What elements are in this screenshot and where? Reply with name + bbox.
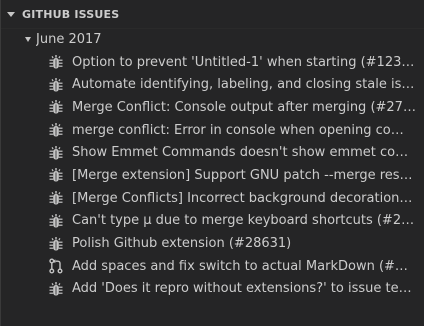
pull-request-icon [48, 258, 64, 274]
bug-icon [48, 54, 64, 70]
group-june-2017[interactable]: June 2017 [1, 28, 424, 51]
bug-icon [48, 213, 64, 229]
issue-label: Polish Github extension (#28631) [72, 236, 292, 252]
issue-label: merge conflict: Error in console when op… [72, 122, 424, 138]
issue-item[interactable]: Option to prevent 'Untitled-1' when star… [1, 51, 424, 74]
bug-icon [48, 122, 64, 138]
issue-label: Merge Conflict: Console output after mer… [72, 99, 424, 115]
issue-item[interactable]: Polish Github extension (#28631) [1, 232, 424, 255]
github-issues-panel: GITHUB ISSUES June 2017 Option to preven… [0, 0, 424, 326]
bug-icon [48, 145, 64, 161]
bug-icon [48, 99, 64, 115]
issue-label: Show Emmet Commands doesn't show emmet c… [72, 145, 424, 161]
bug-icon [48, 190, 64, 206]
issue-item[interactable]: [Merge extension] Support GNU patch --me… [1, 164, 424, 187]
issue-label: Automate identifying, labeling, and clos… [72, 77, 424, 93]
issue-item[interactable]: merge conflict: Error in console when op… [1, 119, 424, 142]
section-title: GITHUB ISSUES [22, 7, 120, 21]
group-label: June 2017 [36, 31, 102, 47]
issues-tree: June 2017 Option to prevent 'Untitled-1'… [1, 28, 424, 300]
issue-item[interactable]: Can't type µ due to merge keyboard short… [1, 210, 424, 233]
issue-item[interactable]: [Merge Conflicts] Incorrect background d… [1, 187, 424, 210]
issue-item[interactable]: Show Emmet Commands doesn't show emmet c… [1, 141, 424, 164]
github-issues-header[interactable]: GITHUB ISSUES [1, 0, 424, 28]
issue-label: [Merge extension] Support GNU patch --me… [72, 167, 424, 183]
issue-item[interactable]: Merge Conflict: Console output after mer… [1, 96, 424, 119]
bug-icon [48, 236, 64, 252]
bug-icon [48, 77, 64, 93]
issue-item[interactable]: Add 'Does it repro without extensions?' … [1, 278, 424, 301]
issue-item[interactable]: Automate identifying, labeling, and clos… [1, 73, 424, 96]
issue-label: Add spaces and fix switch to actual Mark… [72, 258, 424, 274]
chevron-down-icon[interactable] [7, 11, 15, 17]
chevron-down-icon[interactable] [25, 36, 31, 42]
bug-icon [48, 167, 64, 183]
bug-icon [48, 281, 64, 297]
issue-label: Option to prevent 'Untitled-1' when star… [72, 54, 423, 70]
issue-label: [Merge Conflicts] Incorrect background d… [72, 190, 424, 206]
issue-label: Add 'Does it repro without extensions?' … [72, 281, 424, 297]
pull-request-item[interactable]: Add spaces and fix switch to actual Mark… [1, 255, 424, 278]
issue-label: Can't type µ due to merge keyboard short… [72, 213, 424, 229]
